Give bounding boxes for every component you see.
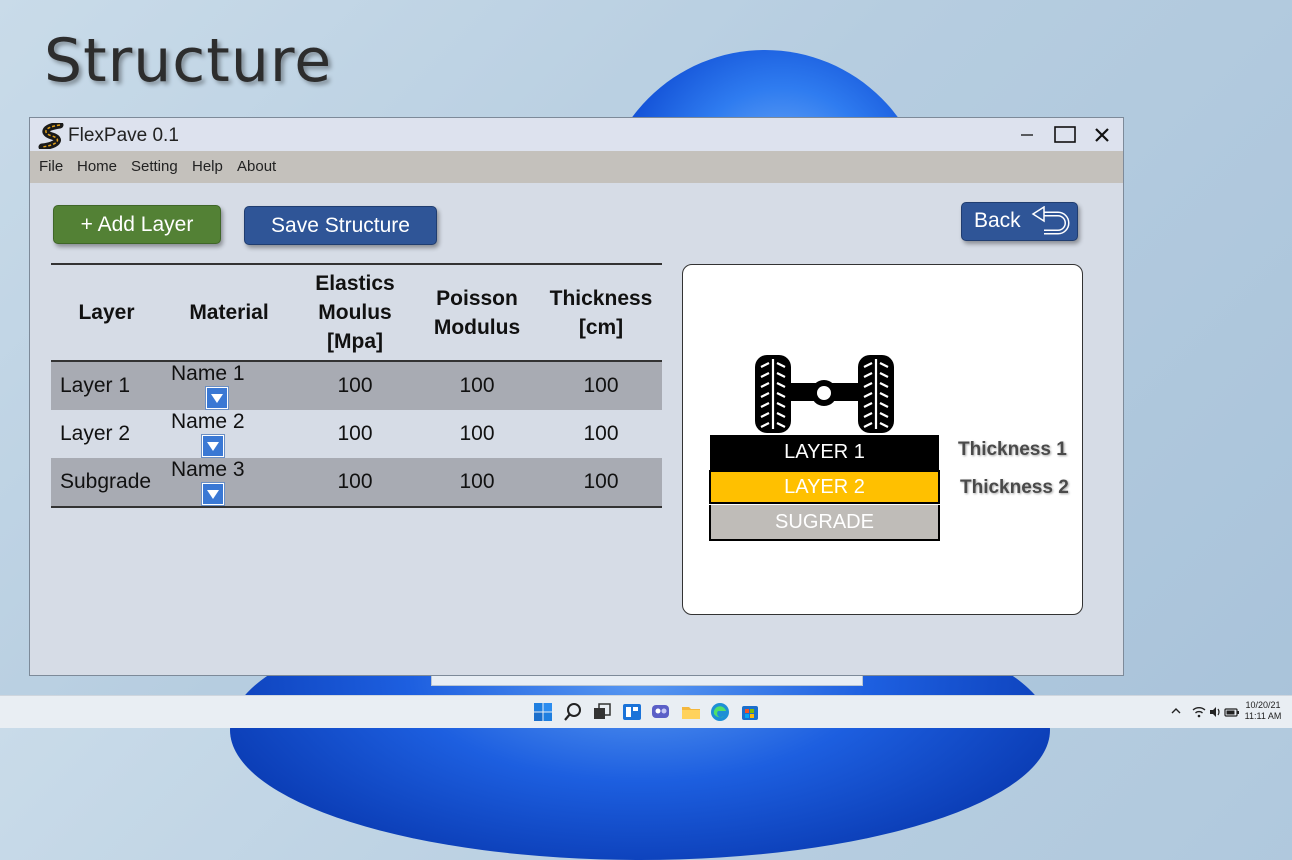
header-elastic-line1: Elastics — [315, 272, 395, 295]
material-value: Name 2 — [171, 410, 245, 433]
title-bar[interactable]: FlexPave 0.1 — [30, 118, 1123, 151]
menu-setting[interactable]: Setting — [131, 158, 178, 175]
layer-name-cell: Subgrade — [60, 470, 152, 493]
header-material: Material — [189, 301, 269, 324]
road-logo-icon — [38, 123, 64, 149]
undo-arrow-icon — [1031, 206, 1070, 235]
start-windows-icon[interactable] — [532, 701, 554, 723]
wifi-icon[interactable] — [1192, 705, 1206, 719]
material-dropdown-icon[interactable] — [205, 386, 229, 411]
layer-name-cell: Layer 1 — [60, 374, 131, 397]
header-thickness-line1: Thickness — [549, 286, 653, 310]
diagram-layer1: LAYER 1 — [710, 435, 939, 470]
structure-diagram-panel: LAYER 1 LAYER 2 SUGRADE Thickness 1 Thic… — [682, 264, 1083, 615]
clock-date: 10/20/21 — [1245, 700, 1281, 710]
thickness-cell[interactable]: 100 — [540, 458, 662, 507]
material-dropdown-icon[interactable] — [201, 434, 225, 459]
taskbar: 10/20/21 11:11 AM — [0, 695, 1292, 728]
minimize-icon — [1021, 134, 1033, 136]
maximize-icon — [1054, 126, 1076, 143]
clock-time: 11:11 AM — [1244, 711, 1282, 721]
header-thickness: Thickness [cm] — [540, 264, 662, 361]
widgets-icon[interactable] — [621, 701, 643, 723]
header-elastic-modulus: Elastics Moulus [Mpa] — [296, 264, 414, 361]
poisson-cell[interactable]: 100 — [414, 361, 540, 410]
material-cell[interactable]: Name 2 — [162, 410, 296, 459]
app-title: FlexPave 0.1 — [68, 125, 179, 146]
maximize-button[interactable] — [1050, 122, 1080, 148]
thickness-cell[interactable]: 100 — [540, 410, 662, 458]
table-header-row: Layer Material Elastics Moulus [Mpa] Poi… — [51, 264, 662, 361]
diagram-subgrade: SUGRADE — [709, 505, 940, 541]
battery-icon[interactable] — [1224, 705, 1240, 719]
back-button-label: Back — [974, 209, 1021, 232]
material-cell[interactable]: Name 3 — [162, 458, 296, 507]
material-dropdown-icon[interactable] — [201, 482, 225, 507]
material-value: Name 3 — [171, 458, 245, 481]
slide-title: Structure — [44, 26, 333, 96]
header-poisson-line1: Poisson — [436, 286, 518, 310]
table-row[interactable]: Layer 1 Name 1 100 100 100 — [51, 361, 662, 411]
thickness1-label: Thickness 1 — [958, 439, 1067, 460]
header-elastic-line3: [Mpa] — [327, 330, 383, 353]
minimize-button[interactable] — [1012, 122, 1042, 148]
chat-icon[interactable] — [650, 701, 672, 723]
elastic-cell[interactable]: 100 — [296, 410, 414, 458]
header-elastic-line2: Moulus — [318, 301, 392, 324]
elastic-cell[interactable]: 100 — [296, 458, 414, 507]
volume-icon[interactable] — [1208, 705, 1222, 719]
system-clock[interactable]: 10/20/21 11:11 AM — [1240, 700, 1286, 722]
menu-bar: File Home Setting Help About — [30, 151, 1123, 183]
layer-table: Layer Material Elastics Moulus [Mpa] Poi… — [51, 263, 662, 508]
vehicle-axle-icon — [755, 355, 894, 433]
thickness2-label: Thickness 2 — [960, 477, 1069, 498]
search-icon[interactable] — [562, 701, 584, 723]
material-cell[interactable]: Name 1 — [162, 361, 296, 411]
elastic-cell[interactable]: 100 — [296, 361, 414, 410]
save-structure-button[interactable]: Save Structure — [244, 206, 437, 245]
app-window: FlexPave 0.1 File Home Setting Help Abou… — [29, 117, 1124, 676]
poisson-cell[interactable]: 100 — [414, 458, 540, 507]
header-poisson-modulus: Poisson Modulus — [414, 264, 540, 361]
chevron-up-icon[interactable] — [1170, 705, 1182, 717]
menu-home[interactable]: Home — [77, 158, 117, 175]
header-thickness-line2: [cm] — [578, 315, 624, 339]
table-row[interactable]: Layer 2 Name 2 100 100 100 — [51, 410, 662, 459]
add-layer-button[interactable]: + Add Layer — [53, 205, 221, 244]
store-icon[interactable] — [739, 701, 761, 723]
menu-file[interactable]: File — [39, 158, 63, 175]
back-button[interactable]: Back — [961, 202, 1078, 241]
file-explorer-icon[interactable] — [680, 701, 702, 723]
close-icon — [1095, 128, 1109, 142]
poisson-cell[interactable]: 100 — [414, 410, 540, 458]
edge-browser-icon[interactable] — [709, 701, 731, 723]
thickness-cell[interactable]: 100 — [540, 361, 662, 410]
layer-name-cell: Layer 2 — [60, 422, 131, 445]
header-poisson-line2: Modulus — [433, 315, 521, 339]
table-row[interactable]: Subgrade Name 3 100 100 100 — [51, 458, 662, 507]
header-layer: Layer — [78, 301, 135, 324]
diagram-layer2: LAYER 2 — [709, 470, 940, 504]
close-button[interactable] — [1087, 122, 1117, 148]
menu-about[interactable]: About — [237, 158, 276, 175]
menu-help[interactable]: Help — [192, 158, 223, 175]
material-value: Name 1 — [171, 362, 245, 385]
task-view-icon[interactable] — [591, 701, 613, 723]
